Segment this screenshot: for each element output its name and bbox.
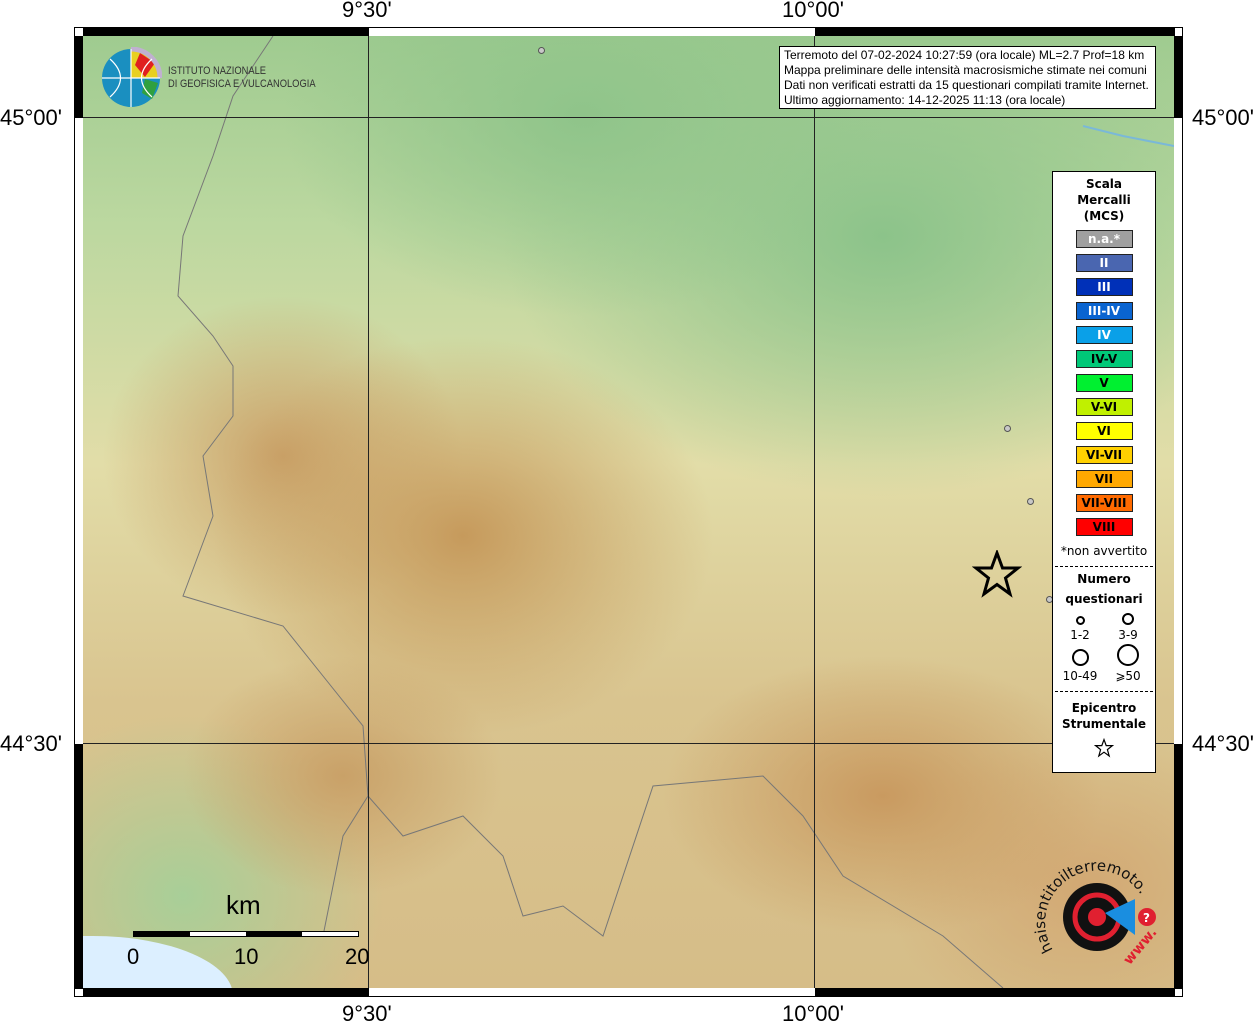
intensity-swatch-v-vi: V-VI [1075, 398, 1133, 416]
data-note-line: Dati non verificati estratti da 15 quest… [784, 78, 1149, 92]
borders-layer [177, 36, 1174, 988]
circle-large-icon [1071, 649, 1089, 666]
star-legend-icon [1093, 737, 1115, 758]
lon-label-top-930: 9°30' [342, 0, 392, 22]
intensity-swatch-iv-v: IV-V [1075, 350, 1133, 368]
terrain-map[interactable] [83, 36, 1174, 988]
intensity-swatch-vii-viii: VII-VIII [1075, 494, 1133, 512]
count-label: 1-2 [1070, 628, 1090, 642]
scale-unit: km [226, 890, 261, 920]
intensity-swatch-iii: III [1075, 278, 1133, 296]
intensity-swatch-ii: II [1075, 254, 1133, 272]
event-info-box: Terremoto del 07-02-2024 10:27:59 (ora l… [779, 46, 1156, 109]
intensity-swatch-iv: IV [1075, 326, 1133, 344]
legend-title: Mercalli [1077, 193, 1131, 207]
svg-text:?: ? [1143, 911, 1150, 925]
scale-tick-10: 10 [234, 944, 259, 969]
lon-label-top-1000: 10°00' [782, 0, 844, 22]
ingv-line1: ISTITUTO NAZIONALE [168, 65, 267, 77]
intensity-swatch-vi-vii: VI-VII [1075, 446, 1133, 464]
haisentito-logo[interactable]: haisentitoilterremoto.it ? www. [1033, 855, 1163, 975]
count-title: Numero [1077, 572, 1131, 586]
circle-small-icon [1075, 616, 1085, 625]
intensity-swatch-v: V [1075, 374, 1133, 392]
parallel-4500 [83, 117, 1174, 118]
scale-tick-20: 20 [345, 944, 370, 969]
count-label: 10-49 [1062, 669, 1098, 683]
legend: Scala Mercalli (MCS) n.a.* II III III-IV IV I… [1052, 171, 1156, 773]
event-line: Terremoto del 07-02-2024 10:27:59 (ora l… [784, 48, 1145, 62]
intensity-swatch-viii: VIII [1075, 518, 1133, 536]
legend-title: Scala [1085, 177, 1123, 191]
circle-medium-icon [1122, 613, 1134, 625]
meridian-930 [368, 36, 369, 988]
lon-label-bottom-930: 9°30' [342, 1001, 392, 1026]
legend-note: *non avvertito [1060, 544, 1148, 558]
lat-label-left-4430: 44°30' [0, 731, 62, 756]
parallel-4430 [83, 743, 1174, 744]
count-label: ⩾50 [1115, 669, 1141, 683]
meridian-1000 [814, 36, 815, 988]
count-title: questionari [1065, 592, 1143, 606]
lat-label-left-4500: 45°00' [0, 105, 62, 130]
intensity-point[interactable] [1004, 425, 1011, 432]
lon-label-bottom-1000: 10°00' [782, 1001, 844, 1026]
map-desc-line: Mappa preliminare delle intensità macros… [784, 63, 1147, 77]
epicenter-title: Strumentale [1061, 717, 1147, 731]
circle-xlarge-icon [1117, 644, 1139, 666]
count-label: 3-9 [1118, 628, 1138, 642]
scale-tick-0: 0 [127, 944, 140, 969]
intensity-swatch-iii-iv: III-IV [1075, 302, 1133, 320]
ingv-globe-icon [102, 47, 162, 107]
ingv-line2: DI GEOFISICA E VULCANOLOGIA [168, 78, 316, 90]
intensity-swatch-vii: VII [1075, 470, 1133, 488]
lat-label-right-4500: 45°00' [1192, 105, 1254, 130]
intensity-point[interactable] [538, 47, 545, 54]
intensity-swatch-vi: VI [1075, 422, 1133, 440]
intensity-point[interactable] [1027, 498, 1034, 505]
legend-title: (MCS) [1083, 209, 1125, 223]
update-line: Ultimo aggiornamento: 14-12-2025 11:13 (… [784, 93, 1066, 107]
lat-label-right-4430: 44°30' [1192, 731, 1254, 756]
ingv-logo: ISTITUTO NAZIONALE DI GEOFISICA E VULCANO… [100, 47, 342, 109]
epicenter-title: Epicentro [1071, 701, 1137, 715]
intensity-swatch-n-a-: n.a.* [1075, 230, 1133, 248]
epicenter-star-icon[interactable] [972, 550, 1022, 598]
